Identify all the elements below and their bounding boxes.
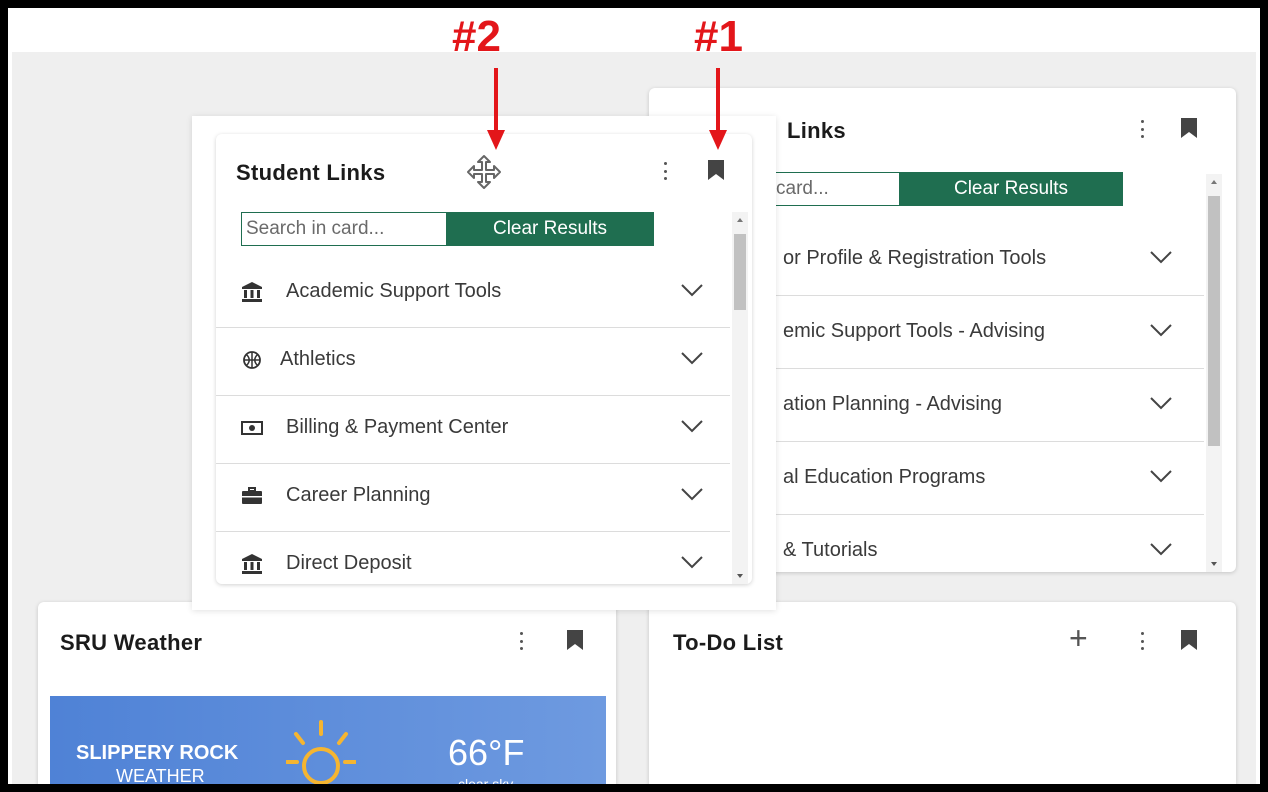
more-options-icon[interactable] xyxy=(518,632,524,650)
scrollbar[interactable] xyxy=(732,212,748,584)
bookmark-icon[interactable] xyxy=(1181,630,1197,650)
bank-icon xyxy=(240,552,264,576)
card-title: SRU Weather xyxy=(60,630,203,655)
chevron-down-icon[interactable] xyxy=(1149,541,1173,557)
todo-card: To-Do List + xyxy=(649,602,1236,784)
annotation-label-1: #1 xyxy=(694,12,743,61)
list-item-label: or Profile & Registration Tools xyxy=(783,247,1047,269)
list-item-label: al Education Programs xyxy=(783,466,986,488)
screenshot-frame: Links Clear Results or Profile & Registr… xyxy=(8,8,1260,784)
chevron-down-icon[interactable] xyxy=(680,350,704,366)
scrollbar-thumb[interactable] xyxy=(1208,196,1220,446)
weather-widget[interactable]: SLIPPERY ROCK WEATHER 66°F clear sky xyxy=(50,696,606,784)
bookmark-icon[interactable] xyxy=(708,160,724,180)
basketball-icon xyxy=(240,348,264,372)
annotation-arrow-1 xyxy=(709,68,727,150)
more-options-icon[interactable] xyxy=(662,162,668,180)
more-options-icon[interactable] xyxy=(1139,632,1145,650)
scrollbar-thumb[interactable] xyxy=(734,234,746,310)
bank-icon xyxy=(240,280,264,304)
chevron-down-icon[interactable] xyxy=(1149,468,1173,484)
annotation-label-2: #2 xyxy=(452,12,501,61)
clear-results-button[interactable]: Clear Results xyxy=(899,172,1123,206)
more-options-icon[interactable] xyxy=(1139,120,1145,138)
scroll-up-arrow[interactable] xyxy=(1211,180,1217,184)
chevron-down-icon[interactable] xyxy=(1149,249,1173,265)
chevron-down-icon[interactable] xyxy=(1149,395,1173,411)
scroll-down-arrow[interactable] xyxy=(1211,562,1217,566)
list-item-label: Billing & Payment Center xyxy=(286,416,509,438)
student-links-card[interactable]: Student Links Clear Results Academic Sup… xyxy=(216,134,752,584)
weather-card: SRU Weather SLIPPERY ROCK WEATHER 66°F c… xyxy=(38,602,616,784)
list-item-label: Athletics xyxy=(280,348,356,370)
chevron-down-icon[interactable] xyxy=(1149,322,1173,338)
weather-subtitle: WEATHER xyxy=(116,766,205,784)
list-item-label: emic Support Tools - Advising xyxy=(783,320,1045,342)
card-title: To-Do List xyxy=(673,630,784,655)
list-item[interactable]: Direct Deposit xyxy=(216,532,730,584)
list-item[interactable]: Athletics xyxy=(216,328,730,396)
scroll-up-arrow[interactable] xyxy=(737,218,743,222)
chevron-down-icon[interactable] xyxy=(680,554,704,570)
bookmark-icon[interactable] xyxy=(1181,118,1197,138)
chevron-down-icon[interactable] xyxy=(680,418,704,434)
annotation-arrow-2 xyxy=(487,68,505,150)
list-item-label: ation Planning - Advising xyxy=(783,393,1003,415)
temperature: 66°F xyxy=(448,732,525,773)
list-item[interactable]: Career Planning xyxy=(216,464,730,532)
move-icon[interactable] xyxy=(466,154,502,190)
student-links-list: Academic Support Tools Athletics Billing &… xyxy=(216,260,730,584)
list-item[interactable]: Billing & Payment Center xyxy=(216,396,730,464)
weather-location: SLIPPERY ROCK xyxy=(76,742,239,764)
weather-condition: clear sky xyxy=(458,776,514,784)
scroll-down-arrow[interactable] xyxy=(737,574,743,578)
clear-results-button[interactable]: Clear Results xyxy=(446,212,654,246)
scrollbar[interactable] xyxy=(1206,174,1222,572)
add-icon[interactable]: + xyxy=(1069,620,1088,657)
list-item-label: Career Planning xyxy=(286,484,431,506)
search-input[interactable] xyxy=(241,212,446,246)
list-item-label: Direct Deposit xyxy=(286,552,412,574)
list-item[interactable]: Academic Support Tools xyxy=(216,260,730,328)
chevron-down-icon[interactable] xyxy=(680,282,704,298)
list-item-label: Academic Support Tools xyxy=(286,280,502,302)
card-title: Links xyxy=(787,118,846,143)
sun-icon xyxy=(286,720,356,784)
list-item-label: & Tutorials xyxy=(783,539,878,561)
card-title: Student Links xyxy=(236,160,386,185)
bookmark-icon[interactable] xyxy=(567,630,583,650)
dashboard-area: Links Clear Results or Profile & Registr… xyxy=(12,52,1256,784)
briefcase-icon xyxy=(240,484,264,508)
money-icon xyxy=(240,416,264,440)
chevron-down-icon[interactable] xyxy=(680,486,704,502)
